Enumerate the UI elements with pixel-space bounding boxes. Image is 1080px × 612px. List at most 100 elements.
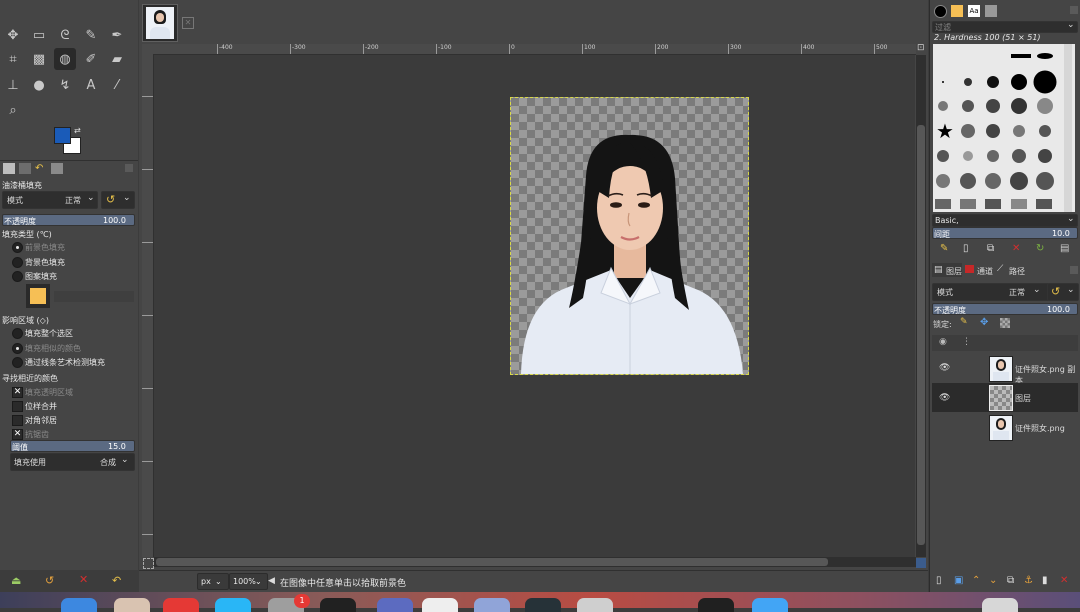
app-dock-icon[interactable] — [215, 598, 251, 612]
terminal-dock-icon[interactable] — [320, 598, 356, 612]
pattern-name-field[interactable] — [54, 291, 134, 302]
finder-dock-icon[interactable] — [61, 598, 97, 612]
raise-layer-icon[interactable]: ⌃ — [972, 575, 980, 586]
tab-paths[interactable]: ⟋ 路径 — [996, 263, 1026, 277]
app-dock-icon[interactable] — [422, 598, 458, 612]
clone-stamp-icon[interactable]: ⊥ — [2, 74, 24, 96]
configure-tab-icon[interactable] — [1070, 266, 1078, 274]
new-group-icon[interactable]: ▣ — [954, 575, 963, 586]
diagonal-neighbors-checkbox[interactable] — [12, 415, 23, 426]
opacity-slider[interactable]: 不透明度 100.0 — [2, 214, 135, 226]
refresh-brushes-icon[interactable]: ↻ — [1036, 243, 1044, 254]
device-status-tab-icon[interactable] — [19, 163, 31, 174]
new-brush-icon[interactable]: ▯ — [963, 243, 969, 254]
paintbrush-icon[interactable]: ✐ — [80, 48, 102, 70]
duplicate-layer-icon[interactable]: ⧉ — [1007, 575, 1014, 586]
spacing-slider[interactable]: 间距 10.0 — [932, 227, 1078, 239]
move-tool-icon[interactable]: ✥ — [2, 24, 24, 46]
app-dock-icon[interactable] — [163, 598, 199, 612]
rect-select-icon[interactable]: ▭ — [28, 24, 50, 46]
mode-switch-button[interactable]: ↺ ⌄ — [101, 191, 135, 209]
eye-icon[interactable]: 👁 — [939, 363, 950, 373]
layer-mode-combo[interactable]: 模式 正常 ⌄ — [932, 283, 1049, 301]
brush-grid[interactable]: ★ — [933, 44, 1075, 212]
new-layer-icon[interactable]: ▯ — [936, 575, 942, 586]
layer-row[interactable]: 👁 证件照女.png 副本 — [932, 354, 1078, 385]
tab-channels[interactable]: 通道 — [964, 263, 994, 277]
zoom-tool-icon[interactable]: ⌕ — [2, 99, 24, 121]
zoom-combo[interactable]: 100% ⌄ — [229, 573, 268, 590]
antialiasing-checkbox[interactable]: ✕ — [12, 429, 23, 440]
lock-position-icon[interactable]: ✥ — [980, 317, 988, 328]
bucket-fill-icon[interactable]: ◍ — [54, 48, 76, 70]
eye-icon[interactable]: 👁 — [939, 393, 950, 403]
transform-tool-icon[interactable]: ▩ — [28, 48, 50, 70]
mask-layer-icon[interactable]: ▮ — [1042, 575, 1048, 586]
smudge-icon[interactable]: ● — [28, 74, 50, 96]
configure-tab-icon[interactable] — [1070, 6, 1078, 14]
mode-combo[interactable]: 模式 正常 ⌄ — [2, 191, 98, 209]
area-whole-selection-radio[interactable] — [12, 328, 23, 339]
foreground-color-swatch[interactable] — [54, 127, 71, 144]
open-brush-icon[interactable]: ▤ — [1060, 243, 1069, 254]
swap-colors-icon[interactable]: ⇄ — [74, 126, 81, 135]
quick-mask-icon[interactable] — [143, 558, 154, 569]
app-dock-icon[interactable] — [525, 598, 561, 612]
unit-combo[interactable]: px ⌄ — [197, 573, 229, 590]
eraser-icon[interactable]: ▰ — [106, 48, 128, 70]
sample-merged-checkbox[interactable] — [12, 401, 23, 412]
zoom-to-fit-icon[interactable]: ⊡ — [917, 43, 927, 53]
image-layer-portrait[interactable] — [510, 97, 749, 375]
threshold-slider[interactable]: 阈值 15.0 — [10, 440, 135, 452]
delete-brush-icon[interactable]: ✕ — [1012, 243, 1020, 254]
document-history-tab-icon[interactable] — [985, 5, 997, 17]
images-tab-icon[interactable] — [51, 163, 63, 174]
delete-layer-icon[interactable]: ✕ — [1060, 575, 1068, 586]
configure-tab-icon[interactable] — [125, 164, 133, 172]
color-picker-icon[interactable]: ✒ — [106, 24, 128, 46]
fill-type-pattern-radio[interactable] — [12, 271, 23, 282]
lock-pixels-icon[interactable]: ✎ — [960, 317, 968, 327]
brush-filter-field[interactable]: 过滤 ⌄ — [932, 20, 1078, 33]
launchpad-dock-icon[interactable] — [114, 598, 150, 612]
reset-options-icon[interactable]: ↶ — [112, 574, 121, 587]
fill-type-bg-radio[interactable] — [12, 257, 23, 268]
paths-tool-icon[interactable]: ↯ — [54, 74, 76, 96]
layer-row-selected[interactable]: 👁 图层 — [932, 383, 1078, 412]
anchor-layer-icon[interactable]: ⚓ — [1024, 575, 1033, 586]
fill-by-combo[interactable]: 填充使用 合成 ⌄ — [10, 453, 135, 471]
pattern-preview-button[interactable] — [26, 284, 50, 308]
image-tab-thumbnail[interactable] — [142, 4, 178, 42]
edit-brush-icon[interactable]: ✎ — [940, 243, 948, 254]
app-dock-icon[interactable] — [474, 598, 510, 612]
lasso-icon[interactable]: ᘓ — [54, 24, 76, 46]
app-dock-icon[interactable] — [752, 598, 788, 612]
navigate-icon[interactable] — [916, 558, 926, 568]
fill-transparent-checkbox[interactable]: ✕ — [12, 387, 23, 398]
layer-row[interactable]: 证件照女.png — [932, 413, 1078, 441]
text-tool-icon[interactable]: A — [80, 74, 102, 96]
crop-tool-icon[interactable]: ⌗ — [2, 48, 24, 70]
lock-alpha-icon[interactable] — [1000, 318, 1010, 328]
tab-layers[interactable]: ▤ 图层 — [932, 263, 962, 277]
restore-preset-icon[interactable]: ↺ — [45, 574, 54, 587]
close-tab-icon[interactable]: ✕ — [182, 17, 194, 29]
app-dock-icon[interactable] — [577, 598, 613, 612]
fuzzy-select-icon[interactable]: ✎ — [80, 24, 102, 46]
duplicate-brush-icon[interactable]: ⧉ — [987, 243, 994, 254]
app-dock-icon[interactable] — [698, 598, 734, 612]
delete-preset-icon[interactable]: ✕ — [79, 573, 88, 586]
eyedropper-icon[interactable]: ⁄ — [106, 74, 128, 96]
lower-layer-icon[interactable]: ⌄ — [989, 575, 997, 586]
area-similar-colors-radio[interactable] — [12, 343, 23, 354]
fill-type-fg-radio[interactable] — [12, 242, 23, 253]
save-preset-icon[interactable]: ⏏ — [11, 574, 21, 587]
brush-preset-combo[interactable]: Basic, ⌄ — [932, 214, 1078, 227]
layer-opacity-slider[interactable]: 不透明度 100.0 — [932, 303, 1078, 315]
tool-options-tab-icon[interactable] — [3, 163, 15, 174]
brush-scrollbar[interactable] — [1064, 44, 1072, 212]
vertical-scroll-thumb[interactable] — [917, 125, 925, 545]
vertical-scrollbar[interactable] — [916, 55, 926, 557]
undo-history-tab-icon[interactable]: ↶ — [35, 163, 47, 174]
horizontal-scroll-thumb[interactable] — [156, 558, 828, 566]
